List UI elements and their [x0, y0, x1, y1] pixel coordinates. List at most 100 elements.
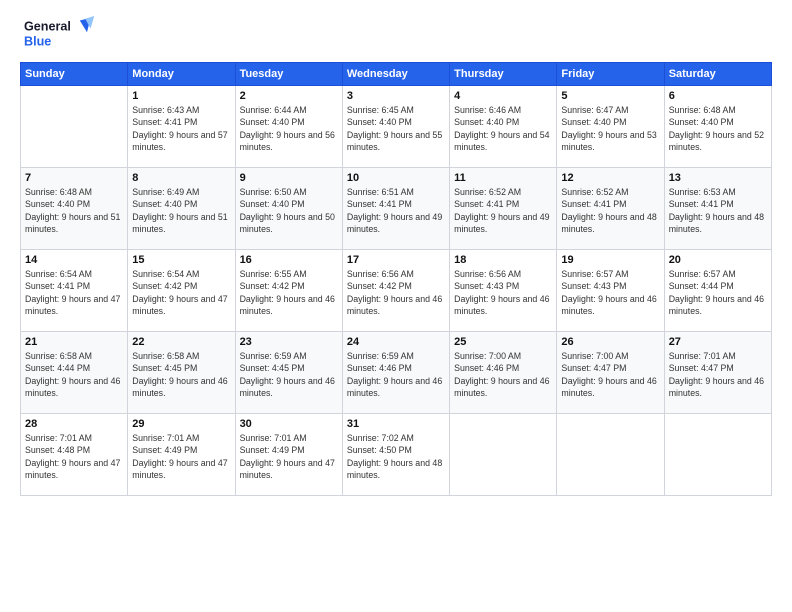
svg-text:General: General — [24, 19, 71, 33]
svg-text:Blue: Blue — [24, 35, 51, 49]
day-info: Sunrise: 6:49 AMSunset: 4:40 PMDaylight:… — [132, 186, 230, 235]
day-info: Sunrise: 6:52 AMSunset: 4:41 PMDaylight:… — [561, 186, 659, 235]
day-info: Sunrise: 6:56 AMSunset: 4:42 PMDaylight:… — [347, 268, 445, 317]
calendar-week-row: 7 Sunrise: 6:48 AMSunset: 4:40 PMDaylight… — [21, 168, 772, 250]
calendar-cell: 17 Sunrise: 6:56 AMSunset: 4:42 PMDayligh… — [342, 250, 449, 332]
day-number: 4 — [454, 90, 552, 102]
calendar-cell: 12 Sunrise: 6:52 AMSunset: 4:41 PMDayligh… — [557, 168, 664, 250]
calendar-table: SundayMondayTuesdayWednesdayThursdayFrid… — [20, 62, 772, 496]
day-number: 24 — [347, 336, 445, 348]
day-number: 13 — [669, 172, 767, 184]
day-number: 11 — [454, 172, 552, 184]
day-number: 9 — [240, 172, 338, 184]
day-number: 2 — [240, 90, 338, 102]
day-number: 5 — [561, 90, 659, 102]
day-info: Sunrise: 6:45 AMSunset: 4:40 PMDaylight:… — [347, 104, 445, 153]
day-info: Sunrise: 6:52 AMSunset: 4:41 PMDaylight:… — [454, 186, 552, 235]
day-number: 8 — [132, 172, 230, 184]
weekday-header-monday: Monday — [128, 63, 235, 86]
day-info: Sunrise: 6:59 AMSunset: 4:45 PMDaylight:… — [240, 350, 338, 399]
day-info: Sunrise: 6:47 AMSunset: 4:40 PMDaylight:… — [561, 104, 659, 153]
day-info: Sunrise: 7:01 AMSunset: 4:48 PMDaylight:… — [25, 432, 123, 481]
page-header: General Blue — [20, 16, 772, 52]
calendar-cell: 2 Sunrise: 6:44 AMSunset: 4:40 PMDaylight… — [235, 86, 342, 168]
day-number: 20 — [669, 254, 767, 266]
calendar-cell — [664, 414, 771, 496]
calendar-cell: 7 Sunrise: 6:48 AMSunset: 4:40 PMDaylight… — [21, 168, 128, 250]
weekday-header-tuesday: Tuesday — [235, 63, 342, 86]
day-info: Sunrise: 6:46 AMSunset: 4:40 PMDaylight:… — [454, 104, 552, 153]
calendar-cell: 27Sunrise: 7:01 AMSunset: 4:47 PMDayligh… — [664, 332, 771, 414]
calendar-cell: 19Sunrise: 6:57 AMSunset: 4:43 PMDayligh… — [557, 250, 664, 332]
weekday-header-wednesday: Wednesday — [342, 63, 449, 86]
day-number: 30 — [240, 418, 338, 430]
day-info: Sunrise: 6:44 AMSunset: 4:40 PMDaylight:… — [240, 104, 338, 153]
weekday-header-saturday: Saturday — [664, 63, 771, 86]
calendar-cell: 6 Sunrise: 6:48 AMSunset: 4:40 PMDaylight… — [664, 86, 771, 168]
calendar-cell: 20 Sunrise: 6:57 AMSunset: 4:44 PMDayligh… — [664, 250, 771, 332]
day-info: Sunrise: 6:50 AMSunset: 4:40 PMDaylight:… — [240, 186, 338, 235]
day-info: Sunrise: 6:56 AMSunset: 4:43 PMDaylight:… — [454, 268, 552, 317]
weekday-header-friday: Friday — [557, 63, 664, 86]
calendar-cell: 25 Sunrise: 7:00 AMSunset: 4:46 PMDayligh… — [450, 332, 557, 414]
weekday-header-thursday: Thursday — [450, 63, 557, 86]
calendar-cell: 14 Sunrise: 6:54 AMSunset: 4:41 PMDayligh… — [21, 250, 128, 332]
calendar-cell: 9 Sunrise: 6:50 AMSunset: 4:40 PMDaylight… — [235, 168, 342, 250]
day-info: Sunrise: 6:54 AMSunset: 4:41 PMDaylight:… — [25, 268, 123, 317]
calendar-cell: 18Sunrise: 6:56 AMSunset: 4:43 PMDayligh… — [450, 250, 557, 332]
day-number: 25 — [454, 336, 552, 348]
calendar-cell: 30 Sunrise: 7:01 AMSunset: 4:49 PMDayligh… — [235, 414, 342, 496]
day-info: Sunrise: 7:00 AMSunset: 4:47 PMDaylight:… — [561, 350, 659, 399]
day-info: Sunrise: 6:58 AMSunset: 4:44 PMDaylight:… — [25, 350, 123, 399]
calendar-cell: 11 Sunrise: 6:52 AMSunset: 4:41 PMDayligh… — [450, 168, 557, 250]
day-info: Sunrise: 6:58 AMSunset: 4:45 PMDaylight:… — [132, 350, 230, 399]
day-info: Sunrise: 7:00 AMSunset: 4:46 PMDaylight:… — [454, 350, 552, 399]
logo: General Blue — [20, 16, 100, 52]
day-number: 1 — [132, 90, 230, 102]
calendar-cell: 23Sunrise: 6:59 AMSunset: 4:45 PMDayligh… — [235, 332, 342, 414]
day-number: 17 — [347, 254, 445, 266]
day-info: Sunrise: 6:51 AMSunset: 4:41 PMDaylight:… — [347, 186, 445, 235]
day-number: 22 — [132, 336, 230, 348]
day-info: Sunrise: 6:48 AMSunset: 4:40 PMDaylight:… — [25, 186, 123, 235]
day-number: 26 — [561, 336, 659, 348]
day-number: 19 — [561, 254, 659, 266]
day-number: 12 — [561, 172, 659, 184]
calendar-cell: 29Sunrise: 7:01 AMSunset: 4:49 PMDayligh… — [128, 414, 235, 496]
day-info: Sunrise: 7:02 AMSunset: 4:50 PMDaylight:… — [347, 432, 445, 481]
calendar-cell: 26 Sunrise: 7:00 AMSunset: 4:47 PMDayligh… — [557, 332, 664, 414]
calendar-cell — [450, 414, 557, 496]
day-number: 14 — [25, 254, 123, 266]
general-blue-logo-icon: General Blue — [20, 16, 100, 52]
day-number: 3 — [347, 90, 445, 102]
day-info: Sunrise: 7:01 AMSunset: 4:49 PMDaylight:… — [132, 432, 230, 481]
calendar-cell: 13Sunrise: 6:53 AMSunset: 4:41 PMDayligh… — [664, 168, 771, 250]
weekday-header-row: SundayMondayTuesdayWednesdayThursdayFrid… — [21, 63, 772, 86]
day-number: 6 — [669, 90, 767, 102]
day-info: Sunrise: 6:57 AMSunset: 4:44 PMDaylight:… — [669, 268, 767, 317]
calendar-cell: 16Sunrise: 6:55 AMSunset: 4:42 PMDayligh… — [235, 250, 342, 332]
day-info: Sunrise: 6:54 AMSunset: 4:42 PMDaylight:… — [132, 268, 230, 317]
calendar-cell: 1Sunrise: 6:43 AMSunset: 4:41 PMDaylight… — [128, 86, 235, 168]
calendar-cell: 24Sunrise: 6:59 AMSunset: 4:46 PMDayligh… — [342, 332, 449, 414]
calendar-cell: 21 Sunrise: 6:58 AMSunset: 4:44 PMDayligh… — [21, 332, 128, 414]
day-number: 16 — [240, 254, 338, 266]
calendar-cell: 10 Sunrise: 6:51 AMSunset: 4:41 PMDayligh… — [342, 168, 449, 250]
day-info: Sunrise: 7:01 AMSunset: 4:49 PMDaylight:… — [240, 432, 338, 481]
day-number: 31 — [347, 418, 445, 430]
calendar-cell: 5 Sunrise: 6:47 AMSunset: 4:40 PMDaylight… — [557, 86, 664, 168]
day-number: 10 — [347, 172, 445, 184]
day-info: Sunrise: 7:01 AMSunset: 4:47 PMDaylight:… — [669, 350, 767, 399]
day-info: Sunrise: 6:48 AMSunset: 4:40 PMDaylight:… — [669, 104, 767, 153]
calendar-cell: 4 Sunrise: 6:46 AMSunset: 4:40 PMDaylight… — [450, 86, 557, 168]
calendar-cell: 15Sunrise: 6:54 AMSunset: 4:42 PMDayligh… — [128, 250, 235, 332]
day-number: 7 — [25, 172, 123, 184]
calendar-week-row: 1Sunrise: 6:43 AMSunset: 4:41 PMDaylight… — [21, 86, 772, 168]
day-number: 28 — [25, 418, 123, 430]
day-number: 21 — [25, 336, 123, 348]
calendar-cell: 28 Sunrise: 7:01 AMSunset: 4:48 PMDayligh… — [21, 414, 128, 496]
calendar-week-row: 14 Sunrise: 6:54 AMSunset: 4:41 PMDayligh… — [21, 250, 772, 332]
calendar-cell — [21, 86, 128, 168]
calendar-cell: 8 Sunrise: 6:49 AMSunset: 4:40 PMDaylight… — [128, 168, 235, 250]
calendar-cell — [557, 414, 664, 496]
